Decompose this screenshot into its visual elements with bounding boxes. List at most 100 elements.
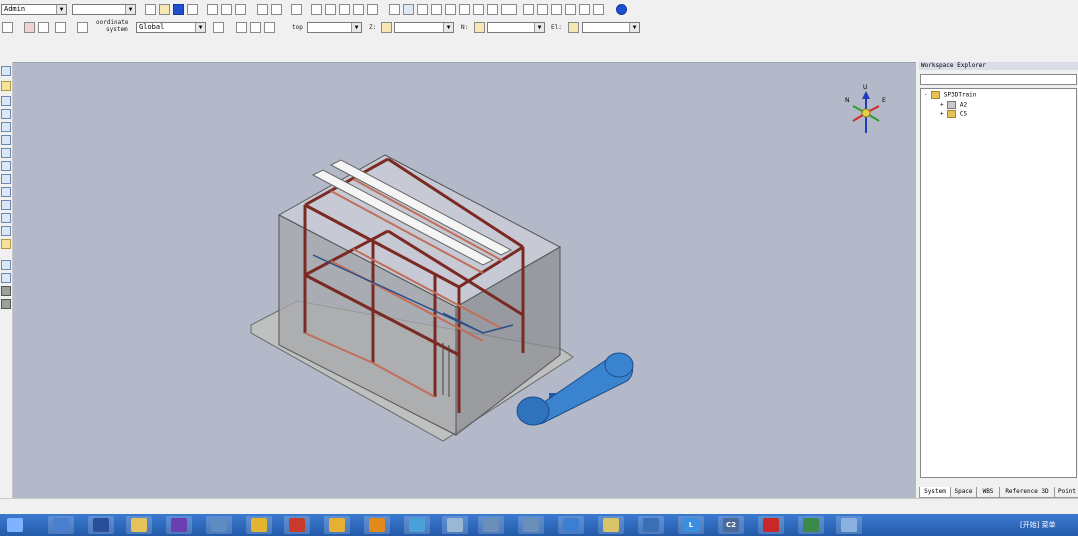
place-tool-icon[interactable]: [1, 96, 11, 106]
plane-xy-icon[interactable]: [236, 22, 247, 33]
new-icon[interactable]: [145, 4, 156, 15]
tab-reference-3d[interactable]: Reference 3D: [999, 487, 1055, 498]
el-lock-icon[interactable]: [568, 22, 579, 33]
taskbar-item[interactable]: [638, 516, 664, 534]
workspace-icon[interactable]: [77, 22, 88, 33]
volume-tool-icon[interactable]: [1, 286, 11, 296]
taskbar-item[interactable]: [2, 516, 28, 534]
cut-icon[interactable]: [207, 4, 218, 15]
taskbar-item[interactable]: [442, 516, 468, 534]
member-tool-icon[interactable]: [1, 122, 11, 132]
taskbar-item[interactable]: [88, 516, 114, 534]
taskbar-item[interactable]: C2: [718, 516, 744, 534]
taskbar-item[interactable]: [48, 516, 74, 534]
undo-icon[interactable]: [291, 4, 302, 15]
help-icon[interactable]: [616, 4, 627, 15]
pan-icon[interactable]: [537, 4, 548, 15]
filter-combo[interactable]: ▼: [72, 4, 136, 15]
tree-expand-icon[interactable]: +: [940, 111, 944, 118]
palette-icon[interactable]: [38, 22, 49, 33]
tab-system[interactable]: System: [919, 487, 951, 498]
edit-icon[interactable]: [353, 4, 364, 15]
chevron-down-icon[interactable]: ▼: [629, 23, 639, 32]
taskbar-item[interactable]: [166, 516, 192, 534]
space-tool-icon[interactable]: [1, 273, 11, 283]
print-icon[interactable]: [187, 4, 198, 15]
plane-xz-icon[interactable]: [250, 22, 261, 33]
route-tool-icon[interactable]: [1, 135, 11, 145]
n-lock-icon[interactable]: [474, 22, 485, 33]
grid-icon[interactable]: [417, 4, 428, 15]
taskbar-item[interactable]: [364, 516, 390, 534]
chevron-down-icon[interactable]: ▼: [351, 23, 361, 32]
support-tool-icon[interactable]: [1, 226, 11, 236]
zoom-icon[interactable]: [523, 4, 534, 15]
taskbar-item[interactable]: [206, 516, 232, 534]
properties-icon[interactable]: [431, 4, 442, 15]
top-combo[interactable]: ▼: [307, 22, 362, 33]
folder-tool-icon[interactable]: [1, 81, 11, 91]
taskbar-item[interactable]: L: [678, 516, 704, 534]
chevron-down-icon[interactable]: ▼: [56, 5, 66, 14]
taskbar-item[interactable]: [836, 516, 862, 534]
taskbar-item[interactable]: [284, 516, 310, 534]
camera-icon[interactable]: [24, 22, 35, 33]
chevron-down-icon[interactable]: ▼: [195, 23, 205, 32]
pencil-icon[interactable]: [367, 4, 378, 15]
tree-item-root[interactable]: - SP3DTrain: [924, 91, 976, 99]
z-combo[interactable]: ▼: [394, 22, 454, 33]
render-dropdown-icon[interactable]: [501, 4, 517, 15]
tree-item-cs[interactable]: + CS: [940, 110, 967, 118]
view-icon[interactable]: [389, 4, 400, 15]
nozzle-tool-icon[interactable]: [1, 148, 11, 158]
select-tool-icon[interactable]: [1, 66, 11, 76]
delete-icon[interactable]: [235, 4, 246, 15]
tray-start-menu[interactable]: [开始] 菜单: [1014, 514, 1078, 536]
handrail-tool-icon[interactable]: [1, 213, 11, 223]
z-lock-icon[interactable]: [381, 22, 392, 33]
taskbar-item[interactable]: [518, 516, 544, 534]
taskbar-item[interactable]: [324, 516, 350, 534]
chevron-down-icon[interactable]: ▼: [443, 23, 453, 32]
fit-icon[interactable]: [551, 4, 562, 15]
tools-icon[interactable]: [445, 4, 456, 15]
copy-icon[interactable]: [221, 4, 232, 15]
taskbar-item[interactable]: [126, 516, 152, 534]
chevron-down-icon[interactable]: ▼: [534, 23, 544, 32]
graphic-view[interactable]: U N E: [13, 62, 916, 499]
chevron-down-icon[interactable]: ▼: [125, 5, 135, 14]
add-icon[interactable]: [257, 4, 268, 15]
tree-item-a2[interactable]: + A2: [940, 101, 967, 109]
save-icon[interactable]: [173, 4, 184, 15]
tab-wbs[interactable]: WBS: [976, 487, 1000, 498]
taskbar-item[interactable]: [246, 516, 272, 534]
tab-space[interactable]: Space: [950, 487, 977, 498]
coordinate-system-combo[interactable]: Global ▼: [136, 22, 206, 33]
snap-icon[interactable]: [459, 4, 470, 15]
tab-point[interactable]: Point: [1054, 487, 1078, 498]
taskbar-item[interactable]: [758, 516, 784, 534]
layers-icon[interactable]: [473, 4, 484, 15]
pinpoint-icon[interactable]: [213, 22, 224, 33]
plane-yz-icon[interactable]: [264, 22, 275, 33]
measure-icon[interactable]: [325, 4, 336, 15]
settings-icon[interactable]: [2, 22, 13, 33]
equipment-tool-icon[interactable]: [1, 109, 11, 119]
open-icon[interactable]: [159, 4, 170, 15]
refresh-icon[interactable]: [271, 4, 282, 15]
explorer-tree[interactable]: - SP3DTrain + A2 + CS: [920, 88, 1077, 478]
check-icon[interactable]: [339, 4, 350, 15]
filter-icon[interactable]: [403, 4, 414, 15]
hanger-tool-icon[interactable]: [1, 239, 11, 249]
wall-tool-icon[interactable]: [1, 174, 11, 184]
taskbar-item[interactable]: [404, 516, 430, 534]
tree-expand-icon[interactable]: -: [924, 92, 928, 99]
clip-icon[interactable]: [579, 4, 590, 15]
scissors-icon[interactable]: [55, 22, 66, 33]
explorer-search-input[interactable]: [920, 74, 1077, 85]
render-icon[interactable]: [487, 4, 498, 15]
model-view[interactable]: U N E: [13, 63, 916, 499]
slab-tool-icon[interactable]: [1, 161, 11, 171]
taskbar-item[interactable]: [798, 516, 824, 534]
taskbar-item[interactable]: [598, 516, 624, 534]
